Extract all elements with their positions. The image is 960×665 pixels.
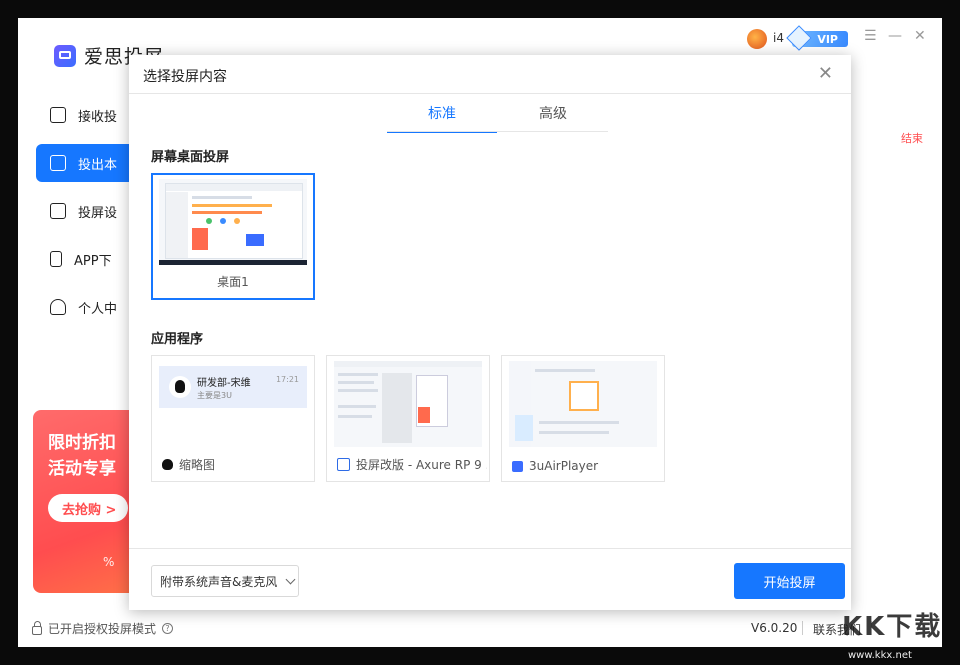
promo-subtitle: 活动专享 xyxy=(48,459,116,479)
diamond-icon xyxy=(786,25,812,51)
user-icon xyxy=(50,299,66,315)
auth-mode-label: 已开启授权投屏模式 xyxy=(48,622,157,636)
mini-line xyxy=(338,415,372,418)
3u-shield-icon xyxy=(512,460,523,472)
minimize-icon[interactable]: — xyxy=(888,28,902,44)
receive-screen-icon xyxy=(50,107,66,123)
app-card-3uairplayer[interactable]: 3uAirPlayer xyxy=(501,355,665,482)
tab-advanced[interactable]: 高级 xyxy=(498,103,608,131)
mini-banner xyxy=(418,407,430,423)
tab-standard[interactable]: 标准 xyxy=(387,103,497,133)
app-card-qq[interactable]: 研发部-宋维 主要是3U 17:21 缩略图 xyxy=(151,355,315,482)
mini-line xyxy=(338,373,378,376)
select-content-dialog: 选择投屏内容 ✕ 标准 高级 屏幕桌面投屏 桌面1 应用程序 研发部-宋维 主要… xyxy=(129,55,851,610)
watermark-url: www.kkx.net xyxy=(848,650,912,661)
airplayer-thumbnail xyxy=(509,361,657,447)
mini-dot xyxy=(206,218,212,224)
watermark-logo: KK下载 xyxy=(842,612,943,642)
mini-line xyxy=(338,405,376,408)
mini-taskbar xyxy=(159,260,307,265)
promo-buy-button[interactable]: 去抢购 > xyxy=(48,494,128,522)
promo-title: 限时折扣 xyxy=(48,433,116,453)
desktop-card[interactable]: 桌面1 xyxy=(151,173,315,300)
desktop-card-label: 桌面1 xyxy=(217,275,249,289)
qq-chat-preview: 研发部-宋维 主要是3U 17:21 xyxy=(159,366,307,408)
vip-label: VIP xyxy=(817,32,838,46)
apps-section-title: 应用程序 xyxy=(151,332,204,347)
auth-mode-status: 已开启授权投屏模式 ? xyxy=(32,620,174,637)
window-frame: 爱思投屏 接收投 投出本 投屏设 APP下 个人中 限时折扣 活动专享 去抢购 … xyxy=(0,0,960,665)
qq-last-message: 主要是3U xyxy=(197,391,232,400)
mini-banner xyxy=(192,228,208,250)
app-card-label: 3uAirPlayer xyxy=(512,459,662,473)
mini-line xyxy=(535,369,595,372)
sidebar-item-label: APP下 xyxy=(74,253,112,269)
divider xyxy=(129,548,851,549)
settings-server-icon xyxy=(50,203,66,219)
audio-source-value: 附带系统声音&麦克风 xyxy=(160,574,278,589)
mini-toolbar xyxy=(334,361,482,367)
promo-percent-icon: % xyxy=(103,555,115,569)
help-icon[interactable]: ? xyxy=(162,623,174,634)
qq-contact-name: 研发部-宋维 xyxy=(197,378,251,389)
mini-line xyxy=(338,381,374,384)
mini-line xyxy=(192,211,262,214)
sidebar-item-label: 接收投 xyxy=(78,109,118,125)
axure-thumbnail xyxy=(334,361,482,447)
app-title: 投屏改版 - Axure RP 9 ... xyxy=(356,458,487,472)
mini-promo xyxy=(515,415,533,441)
phone-icon xyxy=(50,251,62,267)
axure-icon xyxy=(337,458,350,471)
desktop-section-title: 屏幕桌面投屏 xyxy=(151,150,230,165)
sidebar-item-label: 投出本 xyxy=(78,157,118,173)
app-card-label: 缩略图 xyxy=(162,456,312,473)
close-icon[interactable]: ✕ xyxy=(818,63,833,84)
app-card-axure[interactable]: 投屏改版 - Axure RP 9 ... xyxy=(326,355,490,482)
logo-icon xyxy=(54,44,76,67)
username[interactable]: i4 xyxy=(773,31,784,45)
avatar[interactable] xyxy=(747,29,767,49)
mini-image xyxy=(246,234,264,246)
mini-line xyxy=(338,389,378,392)
close-window-icon[interactable]: ✕ xyxy=(914,28,926,44)
sidebar-item-label: 个人中 xyxy=(78,301,118,317)
mini-line xyxy=(539,431,609,434)
app-title: 3uAirPlayer xyxy=(529,459,599,473)
qq-penguin-icon xyxy=(162,459,173,470)
qq-avatar-icon xyxy=(169,376,191,398)
end-cast-link[interactable]: 结束 xyxy=(901,130,923,146)
chevron-down-icon xyxy=(285,574,296,584)
mini-dot xyxy=(220,218,226,224)
version-label: V6.0.20 xyxy=(751,621,798,635)
divider xyxy=(802,621,803,635)
desktop-thumbnail xyxy=(159,179,307,265)
mini-window xyxy=(165,183,303,259)
app-title: 缩略图 xyxy=(179,458,216,472)
dialog-title: 选择投屏内容 xyxy=(143,69,227,85)
cast-screen-icon xyxy=(50,155,66,171)
lock-icon xyxy=(32,620,42,635)
mini-dot xyxy=(234,218,240,224)
mini-line xyxy=(192,204,272,207)
tab-underline xyxy=(387,131,608,132)
divider xyxy=(129,93,851,94)
sidebar-item-label: 投屏设 xyxy=(78,205,118,221)
qq-time: 17:21 xyxy=(275,375,299,384)
mini-line xyxy=(539,421,619,424)
mini-panel xyxy=(382,373,412,443)
app-window: 爱思投屏 接收投 投出本 投屏设 APP下 个人中 限时折扣 活动专享 去抢购 … xyxy=(18,18,942,647)
audio-source-select[interactable]: 附带系统声音&麦克风 xyxy=(151,565,299,597)
menu-icon[interactable]: ☰ xyxy=(864,28,877,44)
start-cast-button[interactable]: 开始投屏 xyxy=(734,563,845,599)
mini-sidebar xyxy=(166,192,188,258)
app-card-label: 投屏改版 - Axure RP 9 ... xyxy=(337,456,487,473)
mini-line xyxy=(192,196,252,199)
mini-qrcode xyxy=(569,381,599,411)
mini-titlebar xyxy=(166,184,302,191)
vip-badge[interactable]: VIP xyxy=(786,25,848,51)
